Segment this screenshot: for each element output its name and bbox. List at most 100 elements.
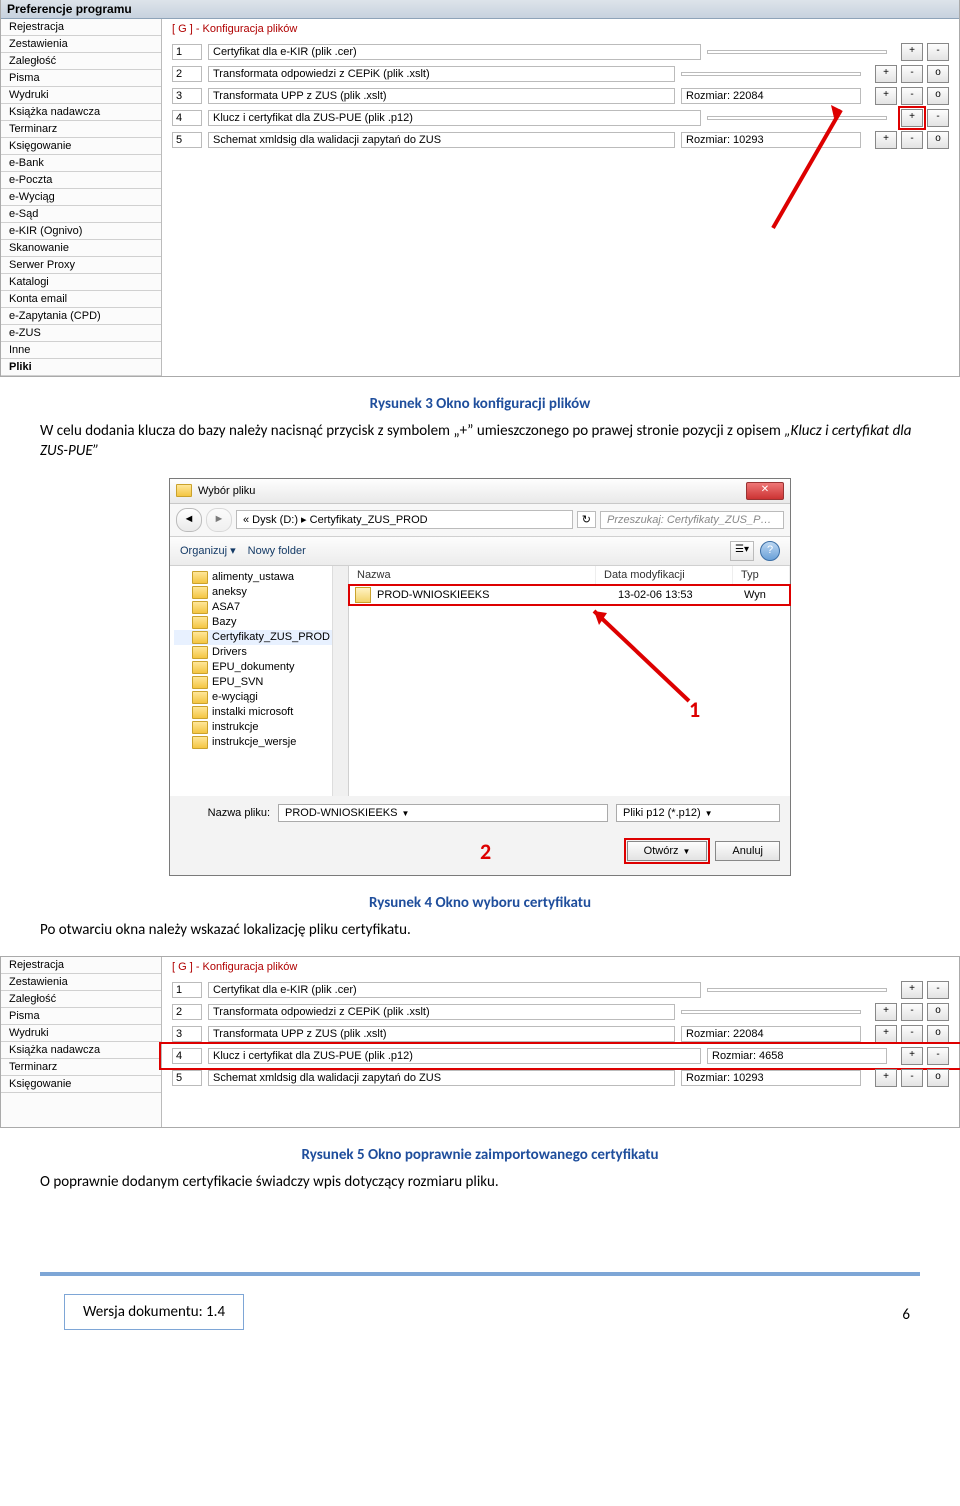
nav-back-button[interactable]: ◄ [176,508,202,532]
tree-item[interactable]: instrukcje_wersje [174,735,344,750]
open-button[interactable]: o [927,1025,949,1043]
row-description: Transformata odpowiedzi z CEPiK (plik .x… [208,1004,675,1020]
filename-input[interactable]: PROD-WNIOSKIEEKS▼ [278,804,608,822]
close-button[interactable]: ✕ [746,482,784,500]
tree-item[interactable]: Drivers [174,645,344,660]
address-bar[interactable]: « Dysk (D:) ▸ Certyfikaty_ZUS_PROD [236,510,573,529]
filename-label: Nazwa pliku: [180,807,270,819]
tree-item[interactable]: Certyfikaty_ZUS_PROD [174,630,344,645]
sidebar-item[interactable]: Inne [1,342,161,359]
tree-item[interactable]: instrukcje [174,720,344,735]
tree-item-label: Drivers [212,646,247,658]
file-dialog-titlebar: Wybór pliku ✕ [170,479,790,504]
refresh-button[interactable]: ↻ [577,511,596,528]
new-folder-button[interactable]: Nowy folder [248,545,306,557]
row-size: Rozmiar: 4658 [707,1048,887,1064]
file-row-name: PROD-WNIOSKIEEKS [377,589,612,601]
sidebar-item[interactable]: Zaległość [1,991,161,1008]
add-button[interactable]: + [901,1047,923,1065]
remove-button[interactable]: - [927,1047,949,1065]
row-buttons: +-o [867,1069,949,1087]
search-input[interactable]: Przeszukaj: Certyfikaty_ZUS_P… [600,511,784,529]
sidebar-item[interactable]: Pliki [1,359,161,376]
view-mode-button[interactable]: ☰▾ [730,541,754,561]
sidebar-item[interactable]: Katalogi [1,274,161,291]
add-button[interactable]: + [875,131,897,149]
sidebar-item[interactable]: Księgowanie [1,1076,161,1093]
sidebar-item[interactable]: Terminarz [1,121,161,138]
sidebar-item[interactable]: Rejestracja [1,957,161,974]
nav-forward-button[interactable]: ► [206,508,232,532]
sidebar-item[interactable]: Skanowanie [1,240,161,257]
add-button[interactable]: + [875,65,897,83]
sidebar-item[interactable]: Książka nadawcza [1,1042,161,1059]
tree-scrollbar[interactable] [332,566,348,796]
tree-item[interactable]: instalki microsoft [174,705,344,720]
open-button[interactable]: o [927,1069,949,1087]
remove-button[interactable]: - [927,981,949,999]
remove-button[interactable]: - [901,131,923,149]
help-icon[interactable]: ? [760,541,780,561]
add-button[interactable]: + [901,43,923,61]
file-row[interactable]: PROD-WNIOSKIEEKS 13-02-06 13:53 Wyn [349,585,790,605]
paragraph-1: W celu dodania klucza do bazy należy nac… [40,421,920,462]
config-row: 3Transformata UPP z ZUS (plik .xslt)Rozm… [162,1023,959,1045]
remove-button[interactable]: - [927,109,949,127]
remove-button[interactable]: - [901,1003,923,1021]
header-date[interactable]: Data modyfikacji [596,566,733,584]
header-name[interactable]: Nazwa [349,566,596,584]
sidebar-item[interactable]: Konta email [1,291,161,308]
tree-item[interactable]: e-wyciągi [174,690,344,705]
add-button[interactable]: + [875,1025,897,1043]
sidebar-item[interactable]: e-Sąd [1,206,161,223]
config-row: 2Transformata odpowiedzi z CEPiK (plik .… [162,1001,959,1023]
open-button[interactable]: o [927,1003,949,1021]
sidebar-item[interactable]: e-Bank [1,155,161,172]
remove-button[interactable]: - [901,1025,923,1043]
open-button[interactable]: Otwórz▼ [627,841,708,861]
tree-item[interactable]: EPU_SVN [174,675,344,690]
sidebar-item[interactable]: e-Poczta [1,172,161,189]
sidebar-item[interactable]: Książka nadawcza [1,104,161,121]
filetype-select[interactable]: Pliki p12 (*.p12)▼ [616,804,780,822]
organize-button[interactable]: Organizuj ▾ [180,544,236,557]
sidebar-item[interactable]: Wydruki [1,1025,161,1042]
folder-icon [192,691,208,704]
row-description: Schemat xmldsig dla walidacji zapytań do… [208,1070,675,1086]
add-button[interactable]: + [875,1003,897,1021]
sidebar-item[interactable]: e-KIR (Ognivo) [1,223,161,240]
sidebar-item[interactable]: Wydruki [1,87,161,104]
add-button[interactable]: + [875,1069,897,1087]
sidebar-item[interactable]: Terminarz [1,1059,161,1076]
sidebar-item[interactable]: Pisma [1,1008,161,1025]
remove-button[interactable]: - [901,87,923,105]
tree-item[interactable]: EPU_dokumenty [174,660,344,675]
open-button[interactable]: o [927,65,949,83]
remove-button[interactable]: - [901,1069,923,1087]
tree-item[interactable]: alimenty_ustawa [174,570,344,585]
remove-button[interactable]: - [927,43,949,61]
row-number: 3 [172,1026,202,1042]
header-type[interactable]: Typ [733,566,790,584]
open-button[interactable]: o [927,87,949,105]
sidebar-item[interactable]: Pisma [1,70,161,87]
sidebar-item[interactable]: e-ZUS [1,325,161,342]
tree-item-label: EPU_dokumenty [212,661,295,673]
sidebar-item[interactable]: e-Zapytania (CPD) [1,308,161,325]
open-button[interactable]: o [927,131,949,149]
sidebar-item[interactable]: e-Wyciąg [1,189,161,206]
sidebar-item[interactable]: Rejestracja [1,19,161,36]
sidebar-item[interactable]: Zaległość [1,53,161,70]
tree-item[interactable]: Bazy [174,615,344,630]
add-button[interactable]: + [875,87,897,105]
sidebar-item[interactable]: Serwer Proxy [1,257,161,274]
add-button[interactable]: + [901,109,923,127]
sidebar-item[interactable]: Zestawienia [1,974,161,991]
sidebar-item[interactable]: Księgowanie [1,138,161,155]
sidebar-item[interactable]: Zestawienia [1,36,161,53]
cancel-button[interactable]: Anuluj [715,841,780,861]
remove-button[interactable]: - [901,65,923,83]
tree-item[interactable]: aneksy [174,585,344,600]
tree-item[interactable]: ASA7 [174,600,344,615]
add-button[interactable]: + [901,981,923,999]
